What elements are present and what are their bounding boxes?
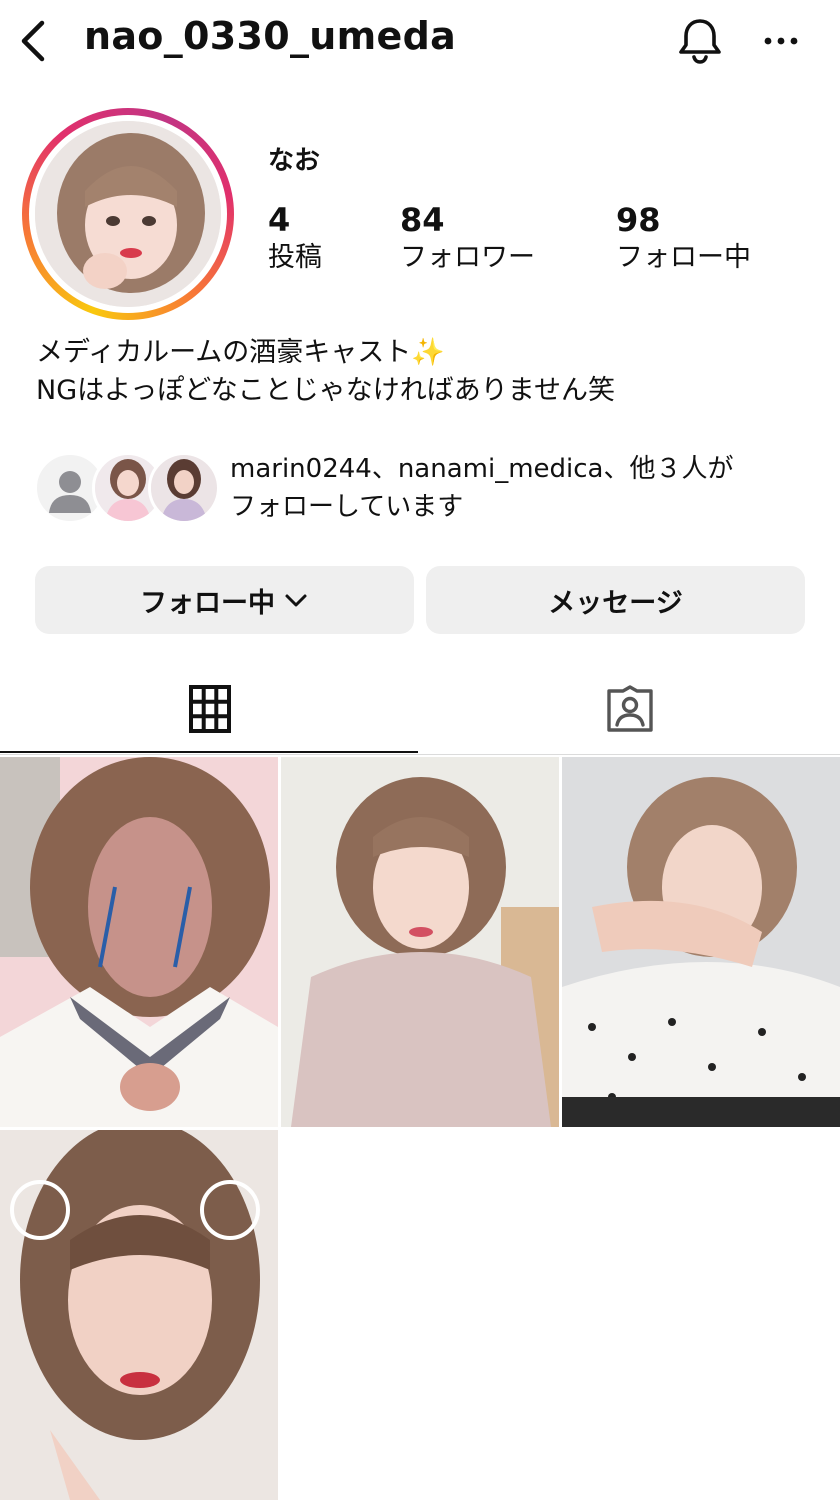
message-button-label: メッセージ [548,587,683,619]
post-image [0,1130,278,1500]
active-tab-indicator [0,751,418,753]
profile-avatar[interactable] [22,108,234,320]
followers-label: フォロワー [400,242,535,273]
post-thumbnail-1[interactable] [0,757,278,1127]
following-label: フォロー中 [616,242,751,273]
profile-header: nao_0330_umeda [0,0,840,88]
more-options-button[interactable] [756,18,806,62]
post-thumbnail-4[interactable] [0,1130,278,1500]
following-stat[interactable]: 98 フォロー中 [616,200,751,276]
following-count: 98 [616,201,661,239]
bio-line: メディカルームの酒豪キャスト✨ [36,337,445,368]
display-name: なお [268,146,321,176]
posts-stat[interactable]: 4 投稿 [268,200,322,276]
mutual-followers-text[interactable]: marin0244、nanami_medica、他３人が フォローしています [230,450,820,526]
posts-label: 投稿 [268,242,322,273]
mutual-followers-avatars[interactable] [34,452,220,526]
chevron-left-icon [21,20,45,62]
tagged-person-icon [607,685,653,732]
back-button[interactable] [14,18,54,64]
bell-icon [679,19,721,64]
grid-icon [189,685,231,733]
posts-count: 4 [268,201,291,239]
bio-line: NGはよっぽどなことじゃなければありません笑 [36,375,615,406]
chevron-down-icon [285,594,307,607]
avatar-image [35,121,221,307]
tab-tagged[interactable] [420,664,840,754]
mutual-avatar-3 [148,452,220,524]
avatar-photo [35,121,221,307]
post-image [562,757,840,1127]
message-button[interactable]: メッセージ [426,566,805,634]
followers-stat[interactable]: 84 フォロワー [400,200,535,276]
following-button[interactable]: フォロー中 [35,566,414,634]
username-title: nao_0330_umeda [84,14,457,58]
notifications-button[interactable] [674,14,726,66]
mutual-followers-line: フォローしています [230,492,464,522]
mutual-avatar-image [151,455,217,521]
post-image [0,757,278,1127]
post-thumbnail-3[interactable] [562,757,840,1127]
tab-posts-grid[interactable] [0,664,420,754]
mutual-followers-line: marin0244、nanami_medica、他３人が [230,454,734,484]
ellipsis-icon [764,37,798,45]
following-button-label: フォロー中 [140,587,275,619]
post-thumbnail-2[interactable] [281,757,559,1127]
followers-count: 84 [400,201,445,239]
profile-bio: メディカルームの酒豪キャスト✨ NGはよっぽどなことじゃなければありません笑 [36,334,615,410]
post-image [281,757,559,1127]
tabs-divider [0,754,840,755]
